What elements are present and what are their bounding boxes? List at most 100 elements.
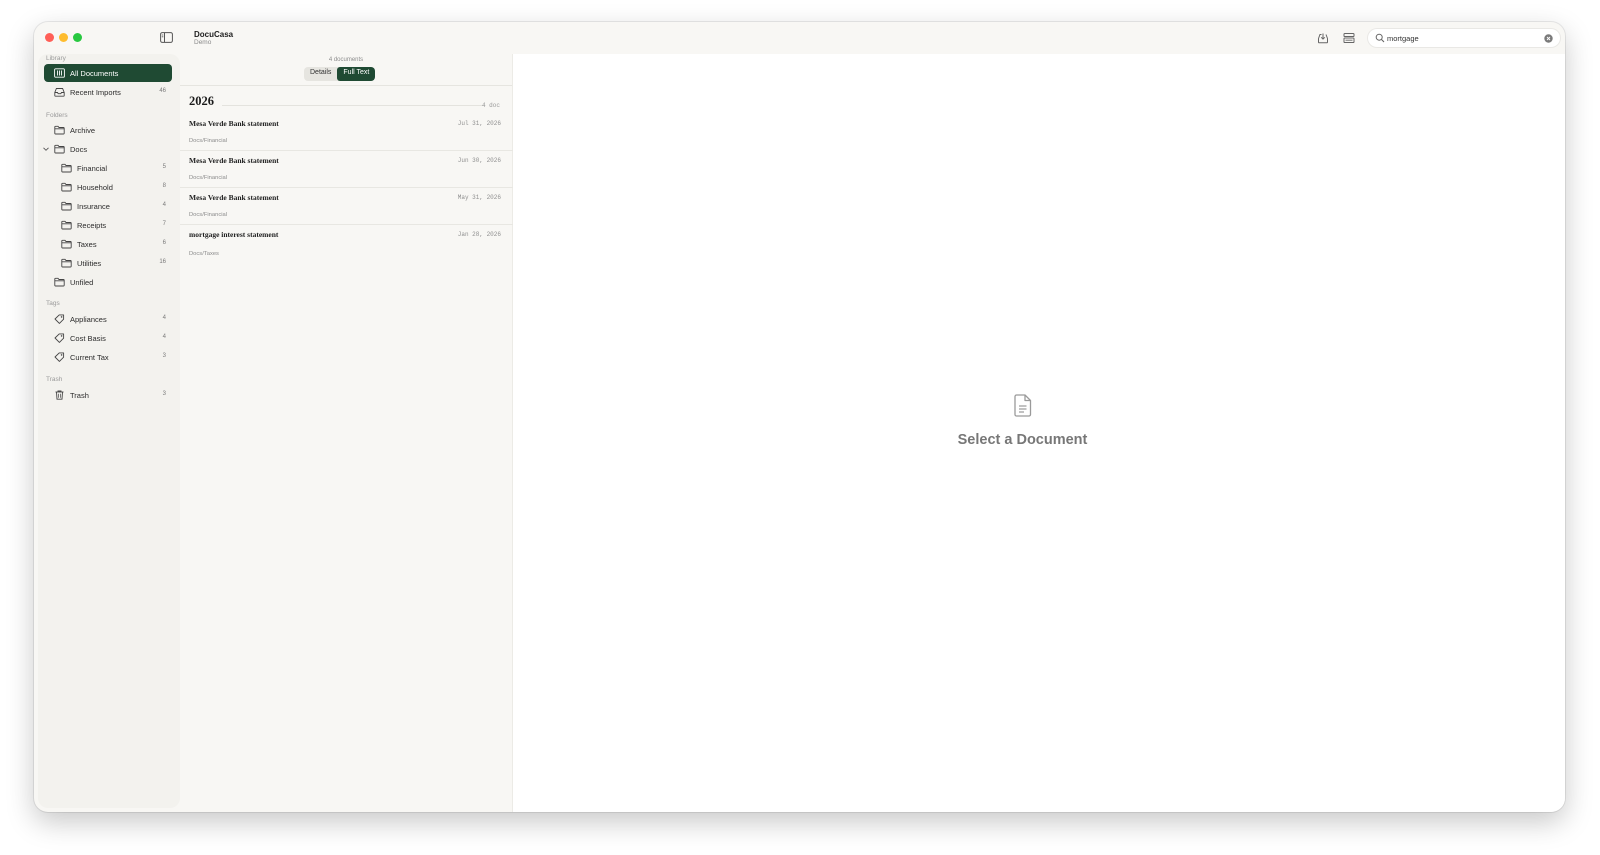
- sidebar-item-unfiled[interactable]: Unfiled: [44, 273, 172, 291]
- document-list-panel: 4 documents Details Full Text 2026 4 doc…: [180, 54, 513, 812]
- document-date: Jul 31, 2026: [457, 120, 501, 127]
- close-window-button[interactable]: [45, 33, 54, 42]
- tag-icon: [54, 333, 65, 343]
- sidebar-item-receipts[interactable]: Receipts 7: [44, 216, 172, 234]
- folder-icon: [54, 125, 65, 135]
- sidebar-item-label: Receipts: [77, 221, 107, 230]
- folder-icon: [61, 258, 72, 268]
- sidebar-item-label: Archive: [70, 126, 96, 135]
- document-folder-path: Docs/Financial: [189, 175, 228, 181]
- folder-icon: [61, 239, 72, 249]
- year-divider: [222, 105, 484, 106]
- trash-section-label: Trash: [46, 376, 63, 383]
- document-date: Jun 30, 2026: [457, 157, 501, 164]
- document-date: Jan 28, 2026: [457, 231, 501, 238]
- sidebar-item-label: Appliances: [70, 315, 107, 324]
- item-count: 16: [159, 259, 166, 265]
- item-count: 46: [159, 88, 166, 94]
- sidebar-item-label: Utilities: [77, 259, 102, 268]
- item-count: 8: [162, 183, 166, 189]
- sidebar-item-all-documents[interactable]: All Documents: [44, 64, 172, 82]
- document-detail-pane: Select a Document: [513, 54, 1565, 812]
- sidebar-item-household[interactable]: Household 8: [44, 178, 172, 196]
- tray-arrow-down-icon[interactable]: [1317, 32, 1329, 44]
- title-bar: DocuCasa Demo: [34, 22, 1565, 54]
- sidebar-item-label: Financial: [77, 164, 108, 173]
- sidebar-item-label: Insurance: [77, 202, 110, 211]
- sidebar-item-label: Household: [77, 183, 113, 192]
- sidebar-item-archive[interactable]: Archive: [44, 121, 172, 139]
- sidebar-item-label: Current Tax: [70, 353, 109, 362]
- document-folder-path: Docs/Taxes: [189, 251, 219, 257]
- sidebar-item-label: Trash: [70, 391, 89, 400]
- tags-section-label: Tags: [46, 300, 60, 307]
- folder-icon: [61, 220, 72, 230]
- app-subtitle: Demo: [194, 39, 212, 46]
- building-columns-icon: [54, 68, 65, 78]
- inbox-tray-icon: [54, 88, 65, 97]
- document-row[interactable]: Mesa Verde Bank statement Jun 30, 2026 D…: [180, 151, 513, 188]
- sidebar-item-insurance[interactable]: Insurance 4: [44, 197, 172, 215]
- sidebar-item-label: Cost Basis: [70, 334, 106, 343]
- sidebar-item-recent-imports[interactable]: Recent Imports 46: [44, 83, 172, 101]
- zoom-window-button[interactable]: [73, 33, 82, 42]
- sidebar-item-utilities[interactable]: Utilities 16: [44, 254, 172, 272]
- document-folder-path: Docs/Financial: [189, 212, 228, 218]
- item-count: 3: [162, 353, 166, 359]
- minimize-window-button[interactable]: [59, 33, 68, 42]
- folders-section-label: Folders: [46, 112, 68, 119]
- details-view-button[interactable]: Details: [304, 67, 337, 81]
- document-title: Mesa Verde Bank statement: [189, 119, 279, 128]
- year-doc-count: 4 doc: [481, 102, 500, 109]
- folder-icon: [54, 144, 65, 154]
- sidebar-item-docs[interactable]: Docs: [42, 140, 172, 158]
- document-count: 4 documents: [328, 57, 364, 63]
- document-folder-path: Docs/Financial: [189, 138, 228, 144]
- search-icon: [1375, 33, 1385, 43]
- item-count: 5: [162, 164, 166, 170]
- sidebar-item-tag-current-tax[interactable]: Current Tax 3: [44, 348, 172, 366]
- document-icon: [1014, 394, 1032, 417]
- item-count: 6: [162, 240, 166, 246]
- document-title: Mesa Verde Bank statement: [189, 156, 279, 165]
- folder-icon: [61, 182, 72, 192]
- item-count: 3: [162, 391, 166, 397]
- clear-search-icon[interactable]: [1544, 33, 1553, 43]
- search-input[interactable]: [1387, 31, 1537, 45]
- view-mode-segmented-control: Details Full Text: [304, 67, 376, 81]
- trash-icon: [55, 390, 64, 400]
- folder-icon: [61, 201, 72, 211]
- sidebar-item-label: Recent Imports: [70, 88, 121, 97]
- sidebar-item-label: Taxes: [77, 240, 97, 249]
- item-count: 7: [162, 221, 166, 227]
- library-section-label: Library: [46, 55, 66, 62]
- sidebar: Library All Documents Recent Imports 46 …: [38, 54, 180, 808]
- app-title: DocuCasa: [194, 30, 234, 39]
- sidebar-item-tag-appliances[interactable]: Appliances 4: [44, 310, 172, 328]
- sidebar-item-tag-cost-basis[interactable]: Cost Basis 4: [44, 329, 172, 347]
- document-title: Mesa Verde Bank statement: [189, 193, 279, 202]
- scanner-icon[interactable]: [1343, 32, 1355, 44]
- sidebar-item-label: All Documents: [70, 69, 119, 78]
- year-group-header: 2026: [189, 94, 214, 108]
- item-count: 4: [162, 202, 166, 208]
- folder-icon: [54, 277, 65, 287]
- list-divider: [180, 85, 512, 86]
- sidebar-item-label: Docs: [70, 145, 88, 154]
- full-text-view-button[interactable]: Full Text: [337, 67, 376, 81]
- tag-icon: [54, 352, 65, 362]
- sidebar-item-trash[interactable]: Trash 3: [44, 386, 172, 404]
- tag-icon: [54, 314, 65, 324]
- document-row[interactable]: Mesa Verde Bank statement Jul 31, 2026 D…: [180, 114, 513, 151]
- sidebar-item-financial[interactable]: Financial 5: [44, 159, 172, 177]
- document-row[interactable]: Mesa Verde Bank statement May 31, 2026 D…: [180, 188, 513, 225]
- app-window: DocuCasa Demo Library: [34, 22, 1565, 812]
- sidebar-toggle-icon[interactable]: [160, 32, 173, 43]
- sidebar-item-taxes[interactable]: Taxes 6: [44, 235, 172, 253]
- search-field[interactable]: [1368, 29, 1560, 47]
- document-row[interactable]: mortgage interest statement Jan 28, 2026…: [180, 225, 513, 265]
- document-date: May 31, 2026: [457, 194, 501, 201]
- document-title: mortgage interest statement: [189, 230, 279, 239]
- sidebar-item-label: Unfiled: [70, 278, 94, 287]
- chevron-down-icon[interactable]: [42, 145, 50, 153]
